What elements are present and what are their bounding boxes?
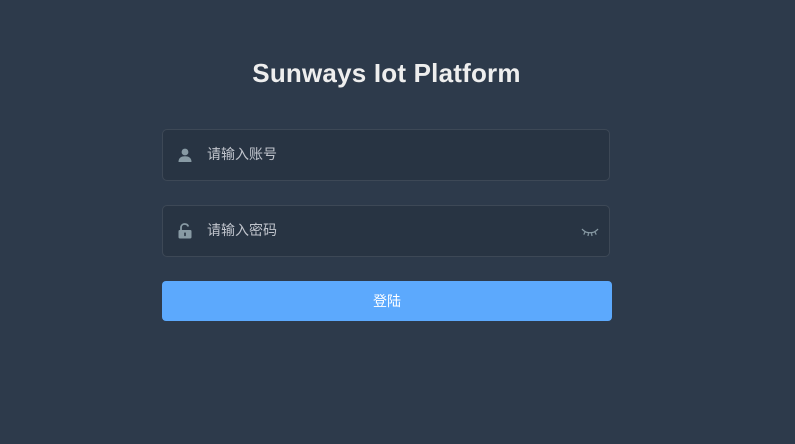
user-icon bbox=[177, 147, 193, 163]
lock-icon bbox=[177, 223, 193, 239]
password-field[interactable] bbox=[162, 205, 610, 257]
username-input[interactable] bbox=[207, 130, 577, 180]
username-field[interactable] bbox=[162, 129, 610, 181]
password-input[interactable] bbox=[207, 206, 577, 256]
eye-closed-icon[interactable] bbox=[581, 225, 599, 237]
login-page: Sunways Iot Platform 请输入账号 登陆 bbox=[0, 0, 795, 444]
login-button[interactable]: 登陆 bbox=[162, 281, 612, 321]
page-title: Sunways Iot Platform bbox=[252, 58, 521, 88]
